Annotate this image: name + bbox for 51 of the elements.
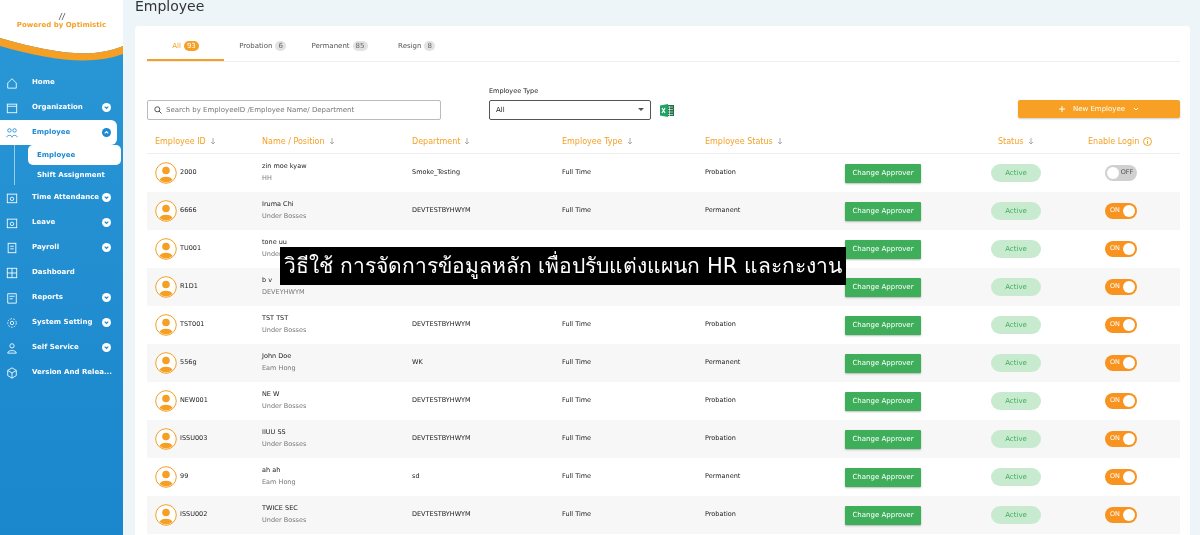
column-header[interactable]: Name / Position <box>262 135 325 148</box>
avatar-icon <box>155 162 177 184</box>
person-icon <box>6 341 18 354</box>
calendar-icon <box>6 191 18 204</box>
column-header[interactable]: Employee Status <box>705 135 773 148</box>
info-icon <box>1143 137 1153 146</box>
sort-icon <box>464 138 471 145</box>
page-title: Employee <box>135 0 206 16</box>
chevron-down-icon <box>102 218 111 227</box>
cube-icon <box>6 366 18 379</box>
video-caption: วิธีใช้ การจัดการข้อมูลหลัก เพื่อปรับแต่งแผนก HR และกะงาน <box>280 247 847 285</box>
avatar-icon <box>155 390 177 412</box>
avatar-icon <box>155 276 177 298</box>
avatar-icon <box>155 428 177 450</box>
avatar-icon <box>155 504 177 526</box>
chevron-down-icon <box>102 103 111 112</box>
chevron-down-icon <box>102 293 111 302</box>
chevron-down-icon <box>102 318 111 327</box>
avatar-icon <box>155 352 177 374</box>
chevron-up-icon <box>102 128 111 137</box>
people-icon <box>6 126 18 139</box>
caret-icon <box>638 108 644 112</box>
sort-icon <box>1027 138 1034 145</box>
column-header[interactable]: Status <box>998 135 1024 148</box>
avatar-icon <box>155 200 177 222</box>
avatar-icon <box>155 238 177 260</box>
avatar-icon <box>155 466 177 488</box>
sort-icon <box>776 138 783 145</box>
document-icon <box>6 241 18 254</box>
sort-icon <box>626 138 633 145</box>
logo-icon <box>56 11 67 20</box>
chevron-down-icon <box>102 193 111 202</box>
column-header[interactable]: Employee Type <box>562 135 623 148</box>
calendar-icon <box>6 101 18 114</box>
settings-icon <box>6 316 18 329</box>
chevron-down-icon <box>1133 106 1140 111</box>
home-icon <box>6 76 18 89</box>
search-icon <box>154 106 162 114</box>
report-icon <box>6 291 18 304</box>
chevron-down-icon <box>102 243 111 252</box>
column-header[interactable]: Department <box>412 135 461 148</box>
sort-icon <box>209 138 216 145</box>
plus-icon <box>1058 105 1065 112</box>
chevron-down-icon <box>102 343 111 352</box>
spreadsheet-icon[interactable] <box>660 104 674 117</box>
grid-icon <box>6 266 18 279</box>
column-header[interactable]: Enable Login <box>1088 135 1140 148</box>
column-header[interactable]: Employee ID <box>155 135 206 148</box>
avatar-icon <box>155 314 177 336</box>
sort-icon <box>328 138 335 145</box>
calendar-icon <box>6 216 18 229</box>
